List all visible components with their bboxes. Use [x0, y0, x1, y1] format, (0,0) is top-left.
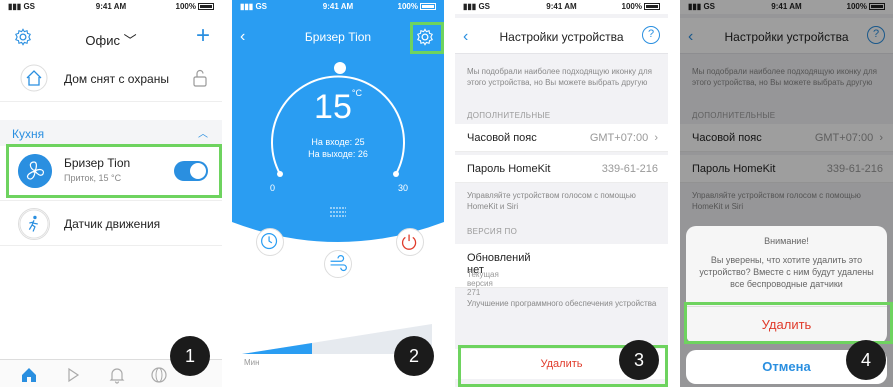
motion-sensor-card[interactable]: Датчик движения [0, 200, 222, 246]
settings-gear-icon[interactable] [416, 28, 434, 46]
home-navbar: Офис ﹀ + [0, 24, 222, 52]
firmware-note: Улучшение программного обеспечения устро… [467, 299, 657, 308]
step-badge: 4 [846, 340, 886, 380]
air-readings: На входе: 25 На выходе: 26 [232, 136, 444, 160]
unlocked-icon [193, 69, 207, 87]
section-fw-header: ВЕРСИЯ ПО [467, 227, 518, 236]
add-device-button[interactable]: + [196, 24, 210, 48]
dial-min-label: 0 [270, 183, 276, 193]
heater-icon [330, 207, 346, 217]
device-title: Бризер Tion [304, 30, 372, 44]
status-bar: ▮▮▮ GS 9:41 AM 100% [232, 0, 444, 14]
homekit-label: Пароль HomeKit [467, 163, 551, 175]
alert-message: Вы уверены, что хотите удалить это устро… [699, 255, 874, 289]
motion-sensor-label: Датчик движения [64, 217, 161, 231]
screen-home: ▮▮▮ GS 9:41 AM 100% Офис ﹀ + Дом снят с … [0, 0, 222, 387]
globe-icon[interactable] [150, 366, 168, 384]
battery: 100% [622, 2, 660, 11]
breezer-card[interactable]: Бризер Tion Приток, 15 °C [0, 146, 222, 196]
bell-icon[interactable] [108, 366, 126, 384]
timezone-label: Часовой пояс [467, 132, 537, 144]
clock-icon [261, 233, 278, 250]
step-badge: 3 [619, 340, 659, 380]
homekit-row[interactable]: Пароль HomeKit 339-61-216 [455, 155, 668, 183]
confirm-delete-button[interactable]: Удалить [686, 306, 887, 342]
status-bar: ▮▮▮ GS 9:41 AM 100% [0, 0, 222, 14]
play-icon[interactable] [64, 366, 82, 384]
speed-min-label: Мин [244, 358, 260, 367]
delete-label: Удалить [540, 358, 583, 370]
home-icon[interactable] [20, 366, 38, 384]
homekit-code: 339-61-216 [601, 163, 658, 175]
status-bar: ▮▮▮ GS 9:41 AM 100% [455, 0, 668, 14]
security-card[interactable]: Дом снят с охраны [0, 56, 222, 102]
breezer-name: Бризер Tion [64, 156, 131, 170]
page-title: Настройки устройства [499, 30, 624, 44]
timezone-value: GMT+07:00 › [589, 132, 658, 144]
fan-icon [18, 154, 52, 188]
dial-max-label: 30 [397, 183, 408, 193]
location-selector[interactable]: Офис ﹀ [0, 30, 222, 49]
power-button[interactable] [396, 228, 424, 256]
section-extra-header: ДОПОЛНИТЕЛЬНЫЕ [467, 111, 551, 120]
screen-breezer: ▮▮▮ GS 9:41 AM 100% ‹ Бризер Tion 15°C Н… [232, 0, 444, 387]
alert-title: Внимание! [764, 236, 809, 246]
breezer-status: Приток, 15 °C [64, 173, 122, 183]
icon-note: Мы подобрали наиболее подходящую иконку … [467, 67, 652, 87]
security-status: Дом снят с охраны [64, 72, 169, 86]
homekit-note: Управляйте устройством голосом с помощью… [467, 191, 636, 211]
fan-mode-button[interactable] [324, 250, 352, 278]
temperature-readout: 15°C [314, 88, 362, 126]
delete-alert: Внимание! Вы уверены, что хотите удалить… [686, 226, 887, 344]
current-version: Текущая версия 271 [467, 270, 499, 297]
battery: 100% [176, 2, 214, 11]
inlet-temp: На входе: 25 [311, 137, 365, 147]
help-icon[interactable]: ? [642, 26, 660, 44]
room-name: Кухня [12, 127, 45, 141]
house-icon [20, 64, 48, 92]
room-header[interactable]: Кухня ︿ [0, 120, 222, 146]
chevron-down-icon: ﹀ [123, 33, 137, 48]
motion-sensor-icon [18, 208, 50, 240]
step-badge: 1 [170, 336, 210, 376]
chevron-up-icon: ︿ [198, 129, 208, 140]
settings-navbar: ‹ Настройки устройства ? [455, 18, 668, 54]
firmware-row[interactable]: Обновлений нет Текущая версия 271 [455, 244, 668, 297]
wind-icon [330, 255, 347, 272]
power-icon [401, 234, 417, 250]
timezone-row[interactable]: Часовой пояс GMT+07:00 › [455, 124, 668, 152]
screen-delete-confirm: ▮▮▮ GS 9:41 AM 100% ‹ Настройки устройст… [680, 0, 893, 387]
timer-button[interactable] [256, 228, 284, 256]
breezer-power-toggle[interactable] [174, 161, 208, 181]
step-badge: 2 [394, 336, 434, 376]
outlet-temp: На выходе: 26 [308, 149, 368, 159]
battery: 100% [398, 2, 436, 11]
screen-settings: ▮▮▮ GS 9:41 AM 100% ‹ Настройки устройст… [455, 0, 668, 387]
